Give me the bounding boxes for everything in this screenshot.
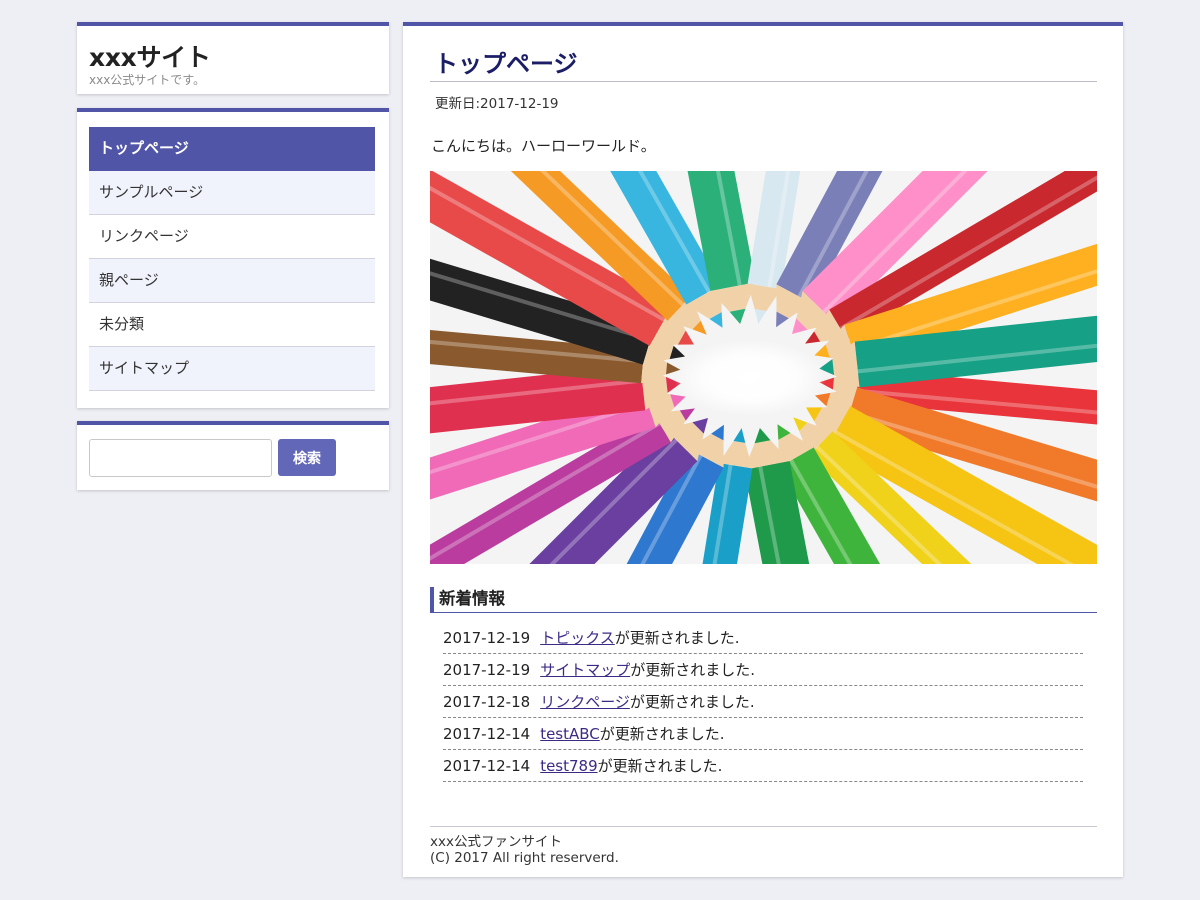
main-content-card: トップページ 更新日:2017-12-19 こんにちは。ハーローワールド。 新着… — [403, 22, 1123, 877]
nav-item-parent-page[interactable]: 親ページ — [89, 259, 375, 303]
news-link[interactable]: リンクページ — [540, 693, 630, 711]
page-title: トップページ — [430, 50, 1097, 82]
news-suffix: が更新されました. — [630, 661, 755, 679]
site-title[interactable]: xxxサイト — [89, 38, 211, 74]
nav-item-sitemap[interactable]: サイトマップ — [89, 347, 375, 391]
search-button[interactable]: 検索 — [278, 439, 336, 476]
updated-date: 更新日:2017-12-19 — [435, 96, 559, 112]
nav-item-top-page[interactable]: トップページ — [89, 127, 375, 171]
pencil-circle-illustration — [430, 171, 1097, 564]
news-link[interactable]: testABC — [540, 725, 600, 743]
news-date: 2017-12-14 — [443, 725, 531, 743]
footer: xxx公式ファンサイト (C) 2017 All right reserverd… — [430, 834, 619, 866]
greeting-text: こんにちは。ハーローワールド。 — [431, 137, 656, 155]
news-date: 2017-12-18 — [443, 693, 531, 711]
news-link[interactable]: test789 — [540, 757, 597, 775]
news-date: 2017-12-19 — [443, 661, 531, 679]
news-item: 2017-12-14 test789が更新されました. — [443, 750, 1083, 782]
news-item: 2017-12-18 リンクページが更新されました. — [443, 686, 1083, 718]
nav-item-link-page[interactable]: リンクページ — [89, 215, 375, 259]
news-suffix: が更新されました. — [614, 629, 740, 647]
colored-pencils-image — [430, 171, 1097, 564]
footer-site-name: xxx公式ファンサイト — [430, 834, 562, 850]
footer-copyright: (C) 2017 All right reserverd. — [430, 850, 619, 866]
nav-item-uncategorized[interactable]: 未分類 — [89, 303, 375, 347]
site-description: xxx公式サイトです。 — [89, 73, 206, 87]
site-header-card: xxxサイト xxx公式サイトです。 — [77, 22, 389, 94]
search-card: 検索 — [77, 421, 389, 490]
search-input[interactable] — [89, 439, 272, 477]
news-heading: 新着情報 — [430, 587, 1097, 613]
news-link[interactable]: トピックス — [540, 629, 615, 647]
news-suffix: が更新されました. — [597, 757, 723, 775]
news-date: 2017-12-14 — [443, 757, 531, 775]
footer-divider — [430, 826, 1097, 827]
news-list: 2017-12-19 トピックスが更新されました. 2017-12-19 サイトマッ… — [443, 622, 1083, 782]
navigation-card: トップページ サンプルページ リンクページ 親ページ 未分類 サイトマップ — [77, 108, 389, 408]
nav-menu: トップページ サンプルページ リンクページ 親ページ 未分類 サイトマップ — [89, 127, 375, 391]
news-item: 2017-12-19 サイトマップが更新されました. — [443, 654, 1083, 686]
news-date: 2017-12-19 — [443, 629, 531, 647]
news-item: 2017-12-14 testABCが更新されました. — [443, 718, 1083, 750]
nav-item-sample-page[interactable]: サンプルページ — [89, 171, 375, 215]
news-suffix: が更新されました. — [629, 693, 755, 711]
news-suffix: が更新されました. — [599, 725, 725, 743]
news-link[interactable]: サイトマップ — [540, 661, 630, 679]
news-item: 2017-12-19 トピックスが更新されました. — [443, 622, 1083, 654]
